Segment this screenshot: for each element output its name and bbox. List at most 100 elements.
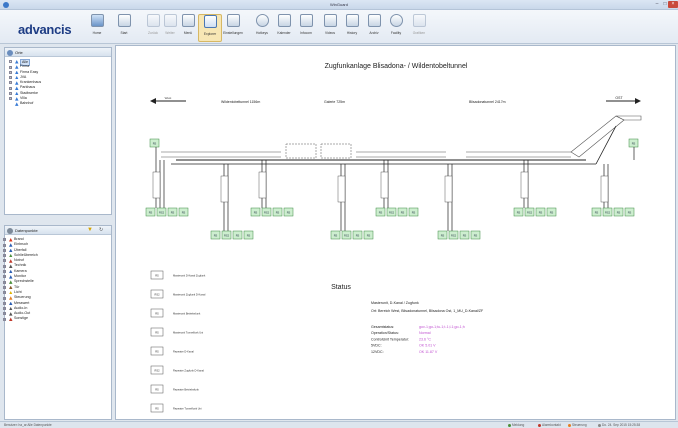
expand-icon[interactable]: +	[3, 254, 6, 258]
location-icon	[15, 97, 19, 101]
location-icon	[15, 65, 19, 69]
house-icon	[90, 14, 104, 27]
filter-icon[interactable]: ▼	[87, 226, 93, 235]
settings-button-label: Einstellungen	[223, 31, 243, 35]
cabinet-box	[152, 171, 161, 199]
location-icon	[15, 70, 19, 75]
expand-icon[interactable]: +	[3, 280, 6, 284]
expand-icon[interactable]: +	[9, 92, 12, 96]
winguard-window: WinGuard – □ × advancis Home Start Zurück W…	[0, 0, 678, 428]
statusbar-user: Benutzer: ha_ar Alle Datenpunkte	[4, 423, 52, 427]
radio-node-label: RS	[595, 210, 599, 214]
radio-node-label: RS	[356, 233, 360, 237]
radio-node-label: RS	[334, 233, 338, 237]
location-icon	[15, 86, 19, 90]
statusbar-item-text: Do. 24. Sep 2015 15:25:38	[602, 423, 641, 427]
radio-node-label: RS	[463, 233, 467, 237]
status-dot-icon	[508, 423, 511, 427]
expand-icon[interactable]: +	[9, 86, 12, 90]
expand-icon[interactable]: +	[3, 301, 6, 305]
settings-button[interactable]: Einstellungen	[221, 14, 245, 42]
facility-button[interactable]: Facility	[384, 14, 408, 42]
expand-icon[interactable]: +	[9, 81, 12, 85]
legend-code: RS	[155, 349, 159, 353]
datenpunkte-panel: Datenpunkte ▼ ↻ + Brand + Einbruch + Überfall…	[3, 225, 112, 420]
expand-icon[interactable]: +	[9, 70, 12, 74]
orte-panel-header: Orte	[5, 48, 111, 57]
expand-icon[interactable]: -	[9, 60, 12, 64]
expand-icon[interactable]: +	[9, 65, 12, 69]
radio-node-label: RS	[214, 233, 218, 237]
cabinet-box	[258, 171, 267, 199]
status-row-value: gov-1;go-1;tu-1;t-1;l-1;go-1;h	[419, 325, 465, 329]
location-icon	[15, 102, 19, 106]
hotkeys-button[interactable]: Hotkeys	[250, 14, 274, 42]
radio-node-label: RS2	[344, 233, 350, 237]
cabinet-box	[520, 171, 529, 199]
cabinet-box	[444, 175, 453, 203]
expand-icon[interactable]: +	[3, 317, 6, 321]
tunnel2-label: Galerie 725m	[324, 100, 345, 104]
explorer-button[interactable]: Explorer	[198, 14, 222, 42]
expand-icon[interactable]: +	[3, 238, 6, 242]
radio-node-label: RS	[276, 210, 280, 214]
expand-icon[interactable]: +	[3, 285, 6, 289]
statusbar-item: Do. 24. Sep 2015 15:25:38	[598, 422, 640, 428]
radio-node-label: RS	[401, 210, 405, 214]
history-button-label: History	[346, 31, 358, 35]
expand-icon[interactable]: +	[3, 291, 6, 295]
globe-icon	[255, 14, 269, 27]
videos-button[interactable]: Videos	[318, 14, 342, 42]
infocom-button[interactable]: Infocom	[294, 14, 318, 42]
status-line2: Ort: Bereich West, Blisadonatunnel, Blis…	[371, 309, 484, 313]
calendar-button[interactable]: Kalender	[272, 14, 296, 42]
datenpunkt-tree-item[interactable]: + Sonstige	[3, 316, 111, 321]
expand-icon[interactable]: +	[9, 76, 12, 80]
east-label: OST	[615, 96, 623, 100]
menu-button[interactable]: Menü	[176, 14, 200, 42]
expand-icon[interactable]: +	[3, 264, 6, 268]
expand-icon[interactable]: +	[3, 307, 6, 311]
legend-code: RS2	[154, 292, 160, 296]
expand-icon[interactable]: +	[3, 312, 6, 316]
history-button[interactable]: History	[340, 14, 364, 42]
orte-tree-item[interactable]: Bahnhof	[5, 101, 111, 106]
location-icon	[9, 306, 13, 311]
tunnel1-label: Wildentobeltunnel 1156m	[221, 100, 260, 104]
window-icon	[226, 14, 240, 27]
status-row-label: 12VDC:	[371, 350, 384, 354]
cabinet-box	[600, 175, 609, 203]
status-row-label: Gesamtstatus:	[371, 325, 394, 329]
expand-icon[interactable]: +	[9, 97, 12, 101]
legend-code: RS	[155, 406, 159, 410]
location-icon	[9, 269, 13, 274]
diagonal-channel	[615, 115, 642, 121]
graphics-button[interactable]: Grafiken	[407, 14, 431, 42]
radio-node-label: RS2	[605, 210, 611, 214]
home-button[interactable]: Home	[85, 14, 109, 42]
legend-text: Repeater Tunnelfunk Uni	[173, 406, 202, 410]
status-dot-icon	[598, 423, 601, 427]
cabinet-box	[380, 171, 389, 199]
archive-button[interactable]: Archiv	[362, 14, 386, 42]
statusbar-item-text: Meldung	[512, 423, 525, 427]
diagram-title: Zugfunkanlage Blisadona- / Wildentobeltu…	[325, 63, 468, 70]
radio-node-label: RS2	[389, 210, 395, 214]
graphics-icon	[412, 14, 426, 27]
refresh-icon[interactable]: ↻	[99, 226, 103, 235]
expand-icon[interactable]: +	[3, 275, 6, 279]
location-icon	[9, 248, 13, 253]
location-icon	[9, 296, 13, 300]
expand-icon[interactable]: +	[3, 243, 6, 247]
legend-text: Masterunit Tunnelfunk Uni	[173, 330, 204, 334]
status-row-label: Operation/Status:	[371, 331, 399, 335]
explorer-icon	[203, 15, 217, 28]
close-button[interactable]: ×	[668, 1, 678, 8]
expand-icon[interactable]: +	[3, 296, 6, 300]
expand-icon[interactable]: +	[3, 259, 6, 263]
status-line1: Masterunit, D-Kanal / Zugfunk	[371, 301, 419, 305]
expand-icon[interactable]: +	[3, 248, 6, 252]
expand-icon[interactable]: +	[3, 270, 6, 274]
start-button[interactable]: Start	[112, 14, 136, 42]
menu-button-label: Menü	[183, 31, 193, 35]
